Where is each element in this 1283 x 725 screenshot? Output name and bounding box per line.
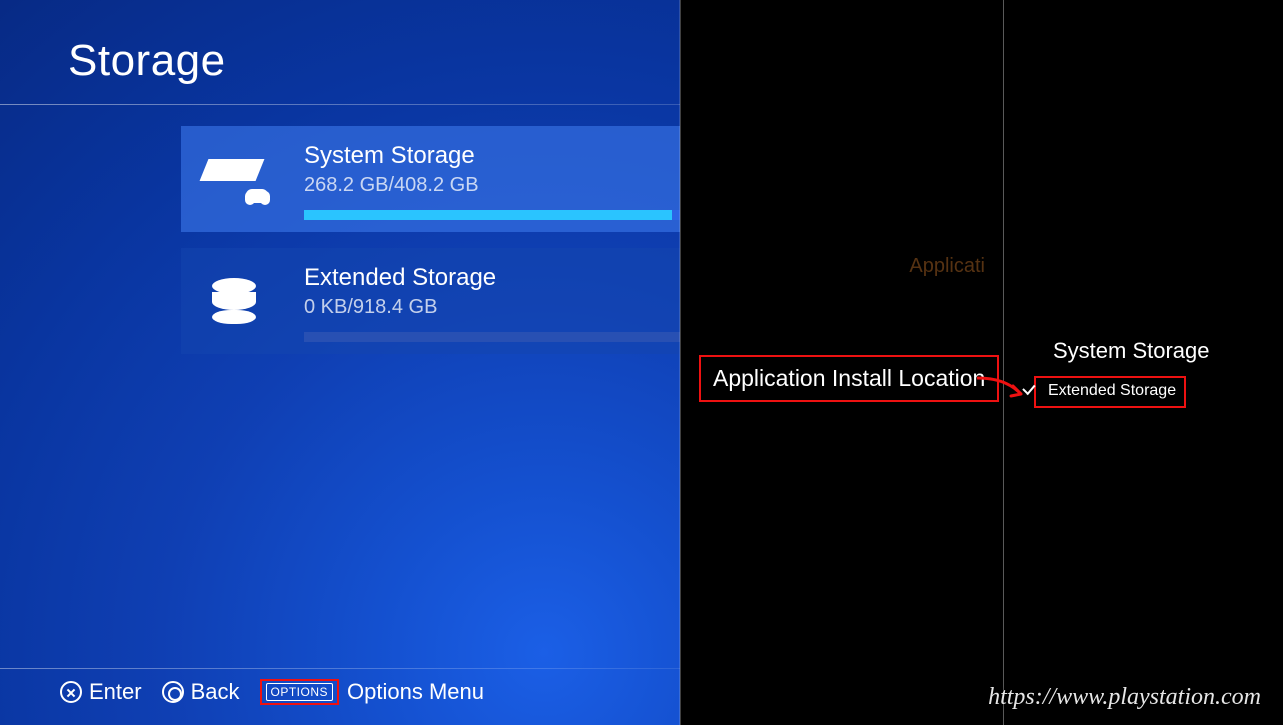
page-title: Storage — [68, 36, 226, 86]
console-icon — [181, 126, 287, 232]
hint-back: Back — [162, 679, 240, 705]
install-location-submenu: System Storage Extended Storage — [1003, 0, 1283, 725]
storage-item-name: System Storage — [304, 142, 479, 170]
storage-panel: Storage System Storage 268.2 GB/408.2 GB — [0, 0, 680, 725]
storage-item-name: Extended Storage — [304, 264, 496, 292]
options-menu-panel: Applicati Application Install Location — [680, 0, 1003, 725]
install-location-option-extended[interactable]: Extended Storage — [1048, 382, 1176, 400]
storage-usage-fill — [304, 210, 672, 220]
storage-item-extended[interactable]: Extended Storage 0 KB/918.4 GB — [181, 248, 680, 354]
hint-enter: Enter — [60, 679, 142, 705]
hint-options-label: Options Menu — [347, 679, 484, 705]
hint-enter-label: Enter — [89, 679, 142, 705]
options-button-icon: OPTIONS — [266, 683, 334, 701]
annotation-box: Extended Storage — [1034, 376, 1186, 408]
cross-button-icon — [60, 681, 82, 703]
install-location-option-system[interactable]: System Storage — [1039, 330, 1224, 372]
annotation-box: OPTIONS — [260, 679, 340, 705]
storage-item-system[interactable]: System Storage 268.2 GB/408.2 GB — [181, 126, 680, 232]
database-icon — [181, 248, 287, 354]
hint-options: OPTIONS Options Menu — [260, 679, 484, 705]
divider — [0, 668, 680, 669]
divider — [0, 104, 680, 105]
hint-back-label: Back — [191, 679, 240, 705]
storage-item-usage: 268.2 GB/408.2 GB — [304, 174, 479, 197]
control-hints: Enter Back OPTIONS Options Menu — [60, 675, 484, 709]
dimmed-background-text: Applicati — [909, 255, 985, 278]
option-application-install-location[interactable]: Application Install Location — [699, 355, 999, 402]
storage-item-usage: 0 KB/918.4 GB — [304, 296, 496, 319]
annotation-arrow — [975, 372, 1035, 410]
circle-button-icon — [162, 681, 184, 703]
watermark-url: https://www.playstation.com — [988, 684, 1261, 711]
